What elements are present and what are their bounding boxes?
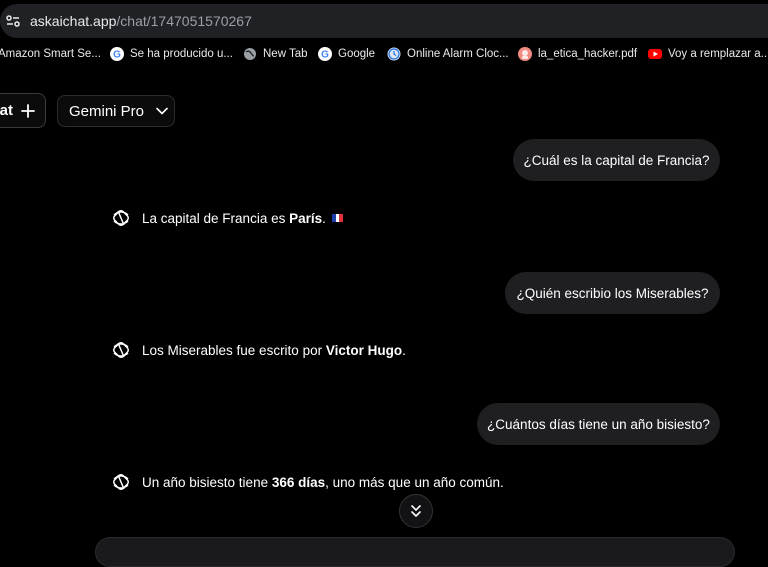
model-label: Gemini Pro bbox=[69, 102, 145, 120]
message-composer[interactable] bbox=[95, 537, 735, 567]
ai-text-bold: Victor Hugo bbox=[325, 342, 403, 358]
bookmark-label: Google bbox=[338, 48, 376, 60]
ai-message: La capital de Francia es París. bbox=[110, 207, 343, 229]
url-host: askaichat.app bbox=[30, 13, 117, 29]
bookmark-google-error[interactable]: G Se ha producido u... bbox=[110, 42, 233, 66]
user-message-text: ¿Quién escribio los Miserables? bbox=[516, 285, 709, 301]
double-chevron-down-icon bbox=[411, 505, 421, 517]
ai-message-text: Un año bisiesto tiene 366 días, uno más … bbox=[142, 475, 504, 490]
ai-message: Los Miserables fue escrito por Victor Hu… bbox=[110, 339, 406, 361]
ai-text-part: Un año bisiesto tiene bbox=[142, 474, 272, 490]
pdf-icon bbox=[518, 47, 532, 61]
bookmarks-bar: Amazon Smart Se... G Se ha producido u..… bbox=[0, 42, 768, 66]
user-message: ¿Cuál es la capital de Francia? bbox=[513, 139, 720, 181]
bookmark-label: Voy a remplazar a... bbox=[668, 48, 768, 60]
globe-icon bbox=[244, 48, 256, 60]
clock-icon bbox=[387, 47, 401, 61]
user-message: ¿Cuántos días tiene un año bisiesto? bbox=[477, 403, 720, 445]
ai-logo-icon bbox=[113, 342, 129, 358]
bookmark-youtube[interactable]: Voy a remplazar a... bbox=[648, 42, 768, 66]
new-chat-label: at bbox=[0, 102, 13, 119]
bookmark-label: Se ha producido u... bbox=[130, 48, 233, 60]
bookmark-label: Amazon Smart Se... bbox=[0, 48, 101, 60]
url-text[interactable]: askaichat.app/chat/1747051570267 bbox=[30, 4, 252, 38]
site-settings-icon[interactable] bbox=[2, 8, 24, 34]
ai-logo-icon bbox=[113, 210, 129, 226]
ai-text-part: . bbox=[402, 342, 406, 358]
bookmark-google[interactable]: G Google bbox=[318, 42, 375, 66]
ai-text-part: . bbox=[322, 210, 326, 226]
bookmark-label: la_etica_hacker.pdf bbox=[538, 48, 638, 60]
new-chat-button[interactable]: at bbox=[0, 93, 46, 128]
ai-text-bold: 366 días bbox=[271, 474, 326, 490]
user-message: ¿Quién escribio los Miserables? bbox=[505, 272, 720, 314]
ai-text-bold: París bbox=[289, 210, 323, 226]
model-selector[interactable]: Gemini Pro bbox=[57, 95, 175, 127]
google-icon: G bbox=[110, 47, 124, 61]
bookmark-amazon[interactable]: Amazon Smart Se... bbox=[0, 42, 101, 66]
user-message-text: ¿Cuántos días tiene un año bisiesto? bbox=[487, 416, 710, 432]
ai-text-part: , uno más que un año común. bbox=[325, 474, 504, 490]
ai-text-part: La capital de Francia es bbox=[142, 210, 290, 226]
ai-message-text: Los Miserables fue escrito por Victor Hu… bbox=[142, 343, 406, 358]
ai-message-text: La capital de Francia es París. bbox=[142, 211, 343, 226]
bookmark-label: New Tab bbox=[263, 48, 308, 60]
svg-text:G: G bbox=[113, 50, 121, 61]
google-icon: G bbox=[318, 47, 332, 61]
plus-icon bbox=[21, 103, 35, 118]
bookmark-new-tab[interactable]: New Tab bbox=[243, 42, 308, 66]
svg-text:G: G bbox=[321, 50, 329, 61]
france-flag-icon bbox=[331, 213, 343, 222]
chevron-down-icon bbox=[156, 107, 168, 115]
bookmark-pdf[interactable]: la_etica_hacker.pdf bbox=[518, 42, 637, 66]
ai-text-part: Los Miserables fue escrito por bbox=[142, 342, 326, 358]
bookmark-alarm-clock[interactable]: Online Alarm Cloc... bbox=[387, 42, 509, 66]
user-message-text: ¿Cuál es la capital de Francia? bbox=[523, 152, 710, 168]
ai-logo-icon bbox=[113, 474, 129, 490]
url-path: /chat/1747051570267 bbox=[116, 13, 252, 29]
ai-message: Un año bisiesto tiene 366 días, uno más … bbox=[110, 471, 504, 493]
address-bar[interactable]: askaichat.app/chat/1747051570267 bbox=[0, 4, 768, 38]
bookmark-label: Online Alarm Cloc... bbox=[407, 48, 509, 60]
scroll-to-bottom-button[interactable] bbox=[399, 494, 433, 528]
youtube-icon bbox=[648, 49, 662, 59]
